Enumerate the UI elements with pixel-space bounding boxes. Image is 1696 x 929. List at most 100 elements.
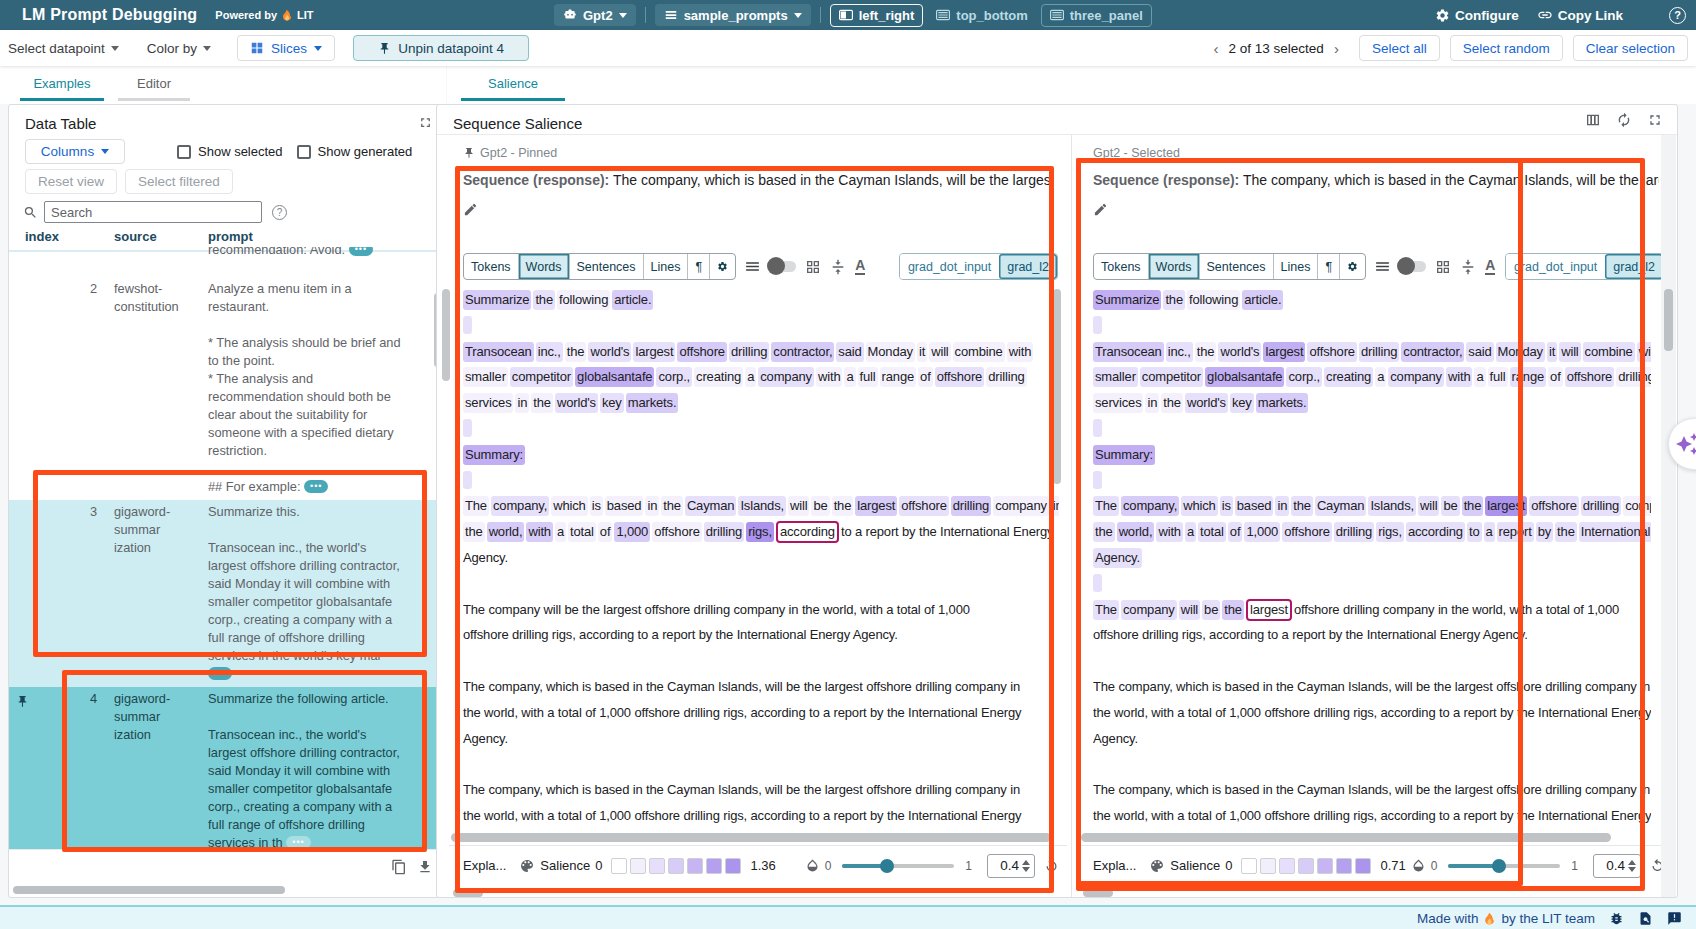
panel-scrollbar[interactable] (1664, 289, 1673, 351)
show-generated-checkbox[interactable]: Show generated (297, 144, 413, 159)
subpanel-divider (1071, 135, 1072, 897)
select-datapoint-menu[interactable]: Select datapoint (8, 41, 119, 56)
granularity-words[interactable]: Words (1149, 254, 1200, 279)
bug-report-icon[interactable] (1609, 911, 1624, 926)
sequence-salience-module: Sequence Salience Gpt2 - Pinned Sequence… (436, 104, 1678, 898)
next-datapoint-button[interactable]: › (1334, 40, 1339, 57)
columns-layout-icon[interactable] (1585, 112, 1601, 128)
column-header-prompt[interactable]: prompt (199, 229, 443, 244)
documentation-icon[interactable] (1638, 911, 1653, 926)
feedback-icon[interactable] (1667, 911, 1682, 926)
vertical-align-icon[interactable] (830, 259, 846, 275)
granularity-sentences[interactable]: Sentences (570, 254, 644, 279)
tab-examples[interactable]: Examples (20, 66, 104, 101)
search-input[interactable]: Search (44, 201, 262, 223)
scale-min: 0 (1225, 858, 1232, 873)
threshold-slider[interactable] (842, 864, 954, 868)
granularity-sentences[interactable]: Sentences (1200, 254, 1274, 279)
threshold-slider[interactable] (1448, 864, 1560, 868)
tab-editor[interactable]: Editor (118, 66, 190, 101)
selection-status: 2 of 13 selected (1229, 41, 1324, 56)
granularity-lines[interactable]: Lines (644, 254, 689, 279)
ellipsis-badge[interactable]: ••• (304, 480, 328, 493)
prev-datapoint-button[interactable]: ‹ (1214, 40, 1219, 57)
gear-toggle[interactable] (1340, 254, 1365, 279)
reset-view-button[interactable]: Reset view (25, 169, 117, 194)
horizontal-scrollbar[interactable] (451, 833, 1051, 842)
column-header-index[interactable]: index (9, 229, 105, 244)
show-selected-checkbox[interactable]: Show selected (177, 144, 283, 159)
expand-icon[interactable] (418, 115, 433, 130)
panel-scrollbar[interactable] (1053, 289, 1061, 484)
main-area: Examples Editor Salience Data Table Colu… (0, 66, 1696, 905)
scrollbar-thumb[interactable] (1083, 889, 1113, 897)
toggle-switch[interactable] (770, 261, 796, 272)
ellipsis-badge[interactable]: ••• (286, 836, 310, 849)
gear-toggle[interactable] (710, 254, 735, 279)
clear-selection-button[interactable]: Clear selection (1573, 35, 1688, 61)
copy-icon[interactable] (391, 859, 407, 875)
link-icon (1537, 7, 1553, 23)
horizontal-scrollbar[interactable] (1081, 833, 1611, 842)
grid-view-icon[interactable] (805, 259, 821, 275)
select-filtered-button[interactable]: Select filtered (125, 169, 233, 194)
token-text-area[interactable]: Summarizethefollowingarticle.Transoceani… (1093, 287, 1651, 833)
threshold-input[interactable]: 0.4 (987, 854, 1035, 878)
select-random-button[interactable]: Select random (1450, 35, 1563, 61)
configure-button[interactable]: Configure (1435, 8, 1519, 23)
layout-tab-top-bottom[interactable]: top_bottom (928, 4, 1035, 27)
slices-button[interactable]: Slices (237, 35, 335, 61)
method-grad-dot-input[interactable]: grad_dot_input (900, 254, 999, 279)
help-icon[interactable]: ? (272, 205, 287, 220)
granularity-tokens[interactable]: Tokens (464, 254, 519, 279)
table-row[interactable]: 2fewshot- constitutionAnalyze a menu ite… (9, 277, 443, 500)
copy-link-button[interactable]: Copy Link (1537, 7, 1623, 23)
reset-icon[interactable] (1044, 858, 1059, 873)
font-color-icon[interactable]: A (855, 258, 865, 275)
table-row-partial[interactable]: recommendation: Avoid. ••• (9, 247, 443, 277)
pilcrow-toggle[interactable]: ¶ (688, 254, 710, 279)
threshold-input[interactable]: 0.4 (1593, 854, 1641, 878)
method-grad-dot-input[interactable]: grad_dot_input (1506, 254, 1605, 279)
scrollbar-thumb[interactable] (453, 889, 483, 897)
sequence-response-text: Sequence (response): The company, which … (463, 172, 1053, 192)
pilcrow-toggle[interactable]: ¶ (1318, 254, 1340, 279)
font-color-icon[interactable]: A (1485, 258, 1495, 275)
module-scrollbar[interactable] (442, 289, 450, 381)
divider (645, 7, 646, 23)
edit-icon[interactable] (463, 202, 1067, 217)
dataset-selector-button[interactable]: sample_prompts (655, 4, 811, 26)
menu-icon[interactable] (1374, 258, 1391, 275)
granularity-tokens[interactable]: Tokens (1094, 254, 1149, 279)
sync-icon[interactable] (1616, 112, 1632, 128)
select-all-button[interactable]: Select all (1359, 35, 1440, 61)
menu-icon[interactable] (744, 258, 761, 275)
method-grad-l2[interactable]: grad_l2 (1605, 254, 1663, 279)
column-header-source[interactable]: source (105, 229, 199, 244)
grid-view-icon[interactable] (1435, 259, 1451, 275)
table-row[interactable]: 4gigaword- summar izationSummarize the f… (9, 687, 443, 856)
color-by-menu[interactable]: Color by (147, 41, 211, 56)
granularity-words[interactable]: Words (519, 254, 570, 279)
unpin-datapoint-button[interactable]: Unpin datapoint 4 (353, 35, 529, 61)
layout-tab-left-right[interactable]: left_right (830, 4, 924, 27)
tab-salience[interactable]: Salience (461, 66, 565, 101)
vertical-align-icon[interactable] (1460, 259, 1476, 275)
download-icon[interactable] (417, 859, 433, 875)
ellipsis-badge[interactable]: ••• (208, 667, 232, 680)
table-horizontal-scrollbar[interactable] (13, 886, 285, 894)
method-grad-l2[interactable]: grad_l2 (999, 254, 1057, 279)
help-button[interactable]: ? (1669, 7, 1686, 24)
expand-icon[interactable] (1647, 112, 1663, 128)
spinner-icon[interactable] (1022, 860, 1032, 872)
spinner-icon[interactable] (1628, 860, 1638, 872)
toggle-switch[interactable] (1400, 261, 1426, 272)
table-row[interactable]: 3gigaword- summar izationSummarize this.… (9, 500, 443, 687)
granularity-lines[interactable]: Lines (1274, 254, 1319, 279)
droplet-icon (1411, 858, 1426, 873)
token-text-area[interactable]: Summarizethefollowingarticle.Transoceani… (463, 287, 1059, 833)
edit-icon[interactable] (1093, 202, 1673, 217)
layout-tab-three-panel[interactable]: three_panel (1041, 4, 1152, 27)
columns-button[interactable]: Columns (25, 139, 125, 164)
model-selector-button[interactable]: Gpt2 (554, 4, 636, 26)
